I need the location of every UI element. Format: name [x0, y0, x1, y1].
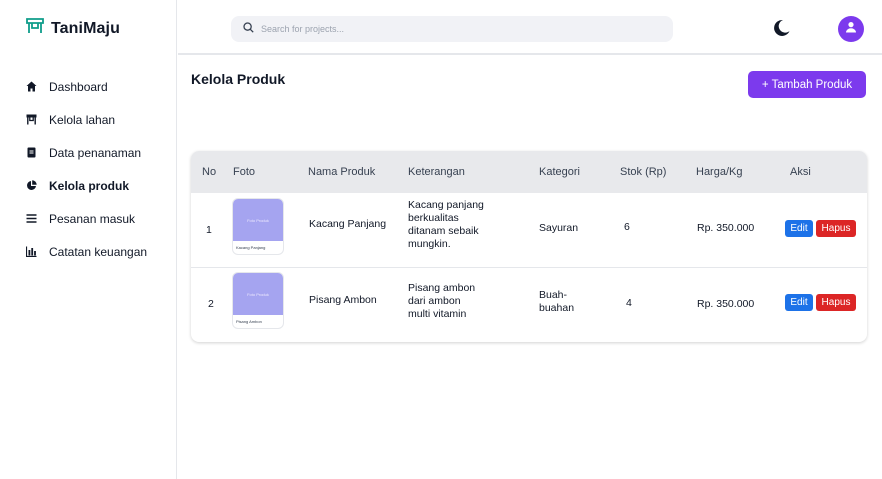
description-line: mungkin. — [408, 238, 451, 250]
column-header-harga: Harga/Kg — [696, 166, 743, 178]
product-category: Buah- buahan — [539, 289, 574, 315]
product-photo-image: Foto Produk — [233, 199, 283, 241]
product-photo[interactable]: Foto Produk Pisang Ambon — [233, 273, 283, 328]
category-line: buahan — [539, 302, 575, 314]
row-number: 2 — [208, 298, 214, 310]
search-input[interactable] — [261, 24, 641, 34]
search-icon — [243, 20, 254, 38]
product-description: Pisang ambon dari ambon multi vitamin — [408, 282, 475, 321]
search-box[interactable] — [231, 16, 673, 42]
product-price: Rp. 350.000 — [697, 298, 755, 310]
column-header-foto: Foto — [233, 166, 256, 178]
sidebar-item-pesanan-masuk[interactable]: Pesanan masuk — [26, 202, 176, 235]
column-header-aksi: Aksi — [790, 166, 811, 178]
list-icon — [26, 213, 37, 224]
brand-name: TaniMaju — [51, 19, 120, 37]
column-header-stok: Stok (Rp) — [620, 166, 667, 178]
description-line: Kacang panjang — [408, 199, 484, 211]
sidebar-item-data-penanaman[interactable]: Data penanaman — [26, 136, 176, 169]
market-stall-icon — [26, 18, 44, 39]
user-icon — [845, 20, 857, 38]
table-row: 2 Foto Produk Pisang Ambon Pisang Ambon … — [191, 269, 867, 342]
column-header-nama-produk: Nama Produk — [308, 166, 376, 178]
user-avatar[interactable] — [838, 16, 864, 42]
edit-button[interactable]: Edit — [785, 220, 813, 237]
table-row: 1 Foto Produk Kacang Panjang Kacang Panj… — [191, 193, 867, 268]
add-product-button[interactable]: + Tambah Produk — [748, 71, 866, 98]
product-category: Sayuran — [539, 222, 578, 235]
description-line: berkualitas — [408, 212, 459, 224]
products-table: No Foto Nama Produk Keterangan Kategori … — [191, 151, 867, 342]
description-line: Pisang ambon — [408, 282, 476, 294]
brand[interactable]: TaniMaju — [26, 18, 120, 39]
product-photo[interactable]: Foto Produk Kacang Panjang — [233, 199, 283, 254]
column-header-keterangan: Keterangan — [408, 166, 465, 178]
sidebar-item-label: Data penanaman — [49, 145, 142, 160]
description-line: ditanam sebaik — [408, 225, 479, 237]
home-icon — [26, 81, 37, 92]
delete-button[interactable]: Hapus — [816, 220, 856, 237]
moon-icon[interactable] — [771, 18, 791, 38]
sidebar-item-kelola-lahan[interactable]: Kelola lahan — [26, 103, 176, 136]
sidebar-nav: Dashboard Kelola lahan Data penanaman Ke… — [26, 70, 176, 268]
topbar — [178, 0, 882, 55]
sidebar: TaniMaju Dashboard Kelola lahan Data pen… — [0, 0, 177, 479]
product-stock: 4 — [626, 297, 632, 309]
description-line: dari ambon — [408, 295, 461, 307]
category-line: Sayuran — [539, 222, 579, 234]
product-photo-caption: Pisang Ambon — [236, 319, 262, 324]
table-header: No Foto Nama Produk Keterangan Kategori … — [191, 151, 867, 193]
column-header-kategori: Kategori — [539, 166, 580, 178]
product-price: Rp. 350.000 — [697, 222, 755, 234]
row-number: 1 — [206, 224, 212, 236]
sidebar-item-label: Kelola produk — [49, 178, 130, 193]
sidebar-item-label: Dashboard — [49, 79, 108, 94]
product-photo-caption: Kacang Panjang — [236, 245, 266, 250]
bar-chart-icon — [26, 246, 37, 257]
category-line: Buah- — [539, 289, 568, 301]
product-stock: 6 — [624, 221, 630, 233]
edit-button[interactable]: Edit — [785, 294, 813, 311]
delete-button[interactable]: Hapus — [816, 294, 856, 311]
column-header-no: No — [202, 166, 217, 178]
product-name: Pisang Ambon — [309, 294, 377, 306]
product-name: Kacang Panjang — [309, 218, 387, 230]
sidebar-item-kelola-produk[interactable]: Kelola produk — [26, 169, 176, 202]
sidebar-item-label: Kelola lahan — [49, 112, 116, 127]
sidebar-item-dashboard[interactable]: Dashboard — [26, 70, 176, 103]
description-line: multi vitamin — [408, 308, 467, 320]
clipboard-icon — [26, 147, 37, 158]
store-icon — [26, 114, 37, 125]
pie-chart-icon — [26, 180, 37, 191]
sidebar-item-label: Catatan keuangan — [49, 244, 148, 259]
product-photo-image: Foto Produk — [233, 273, 283, 315]
product-description: Kacang panjang berkualitas ditanam sebai… — [408, 199, 484, 251]
sidebar-item-label: Pesanan masuk — [49, 211, 136, 226]
sidebar-item-catatan-keuangan[interactable]: Catatan keuangan — [26, 235, 176, 268]
page-title: Kelola Produk — [191, 71, 286, 87]
